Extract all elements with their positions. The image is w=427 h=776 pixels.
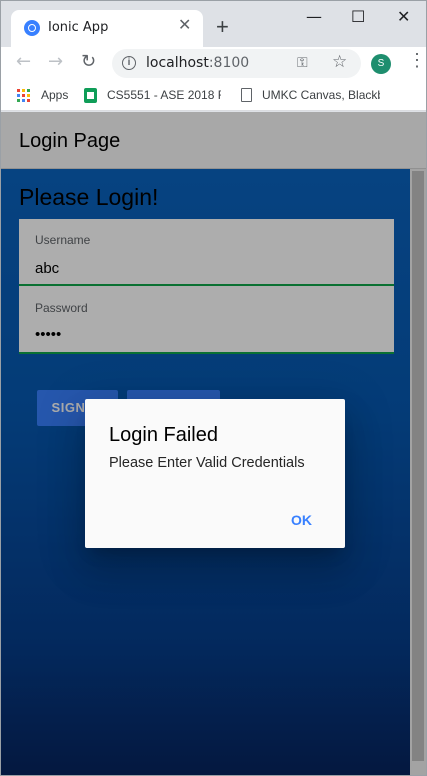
dialog-title: Login Failed [109,424,218,446]
dialog-message: Please Enter Valid Credentials [109,455,305,471]
document-icon [241,88,252,102]
browser-menu-icon[interactable]: ⋮ [408,51,426,69]
profile-avatar[interactable]: S [371,54,391,74]
url-text[interactable]: localhost:8100 [146,55,249,71]
minimize-icon[interactable]: — [306,7,322,26]
browser-tab[interactable]: Ionic App ✕ [11,10,203,47]
apps-grid-icon [17,89,30,102]
alert-dialog: Login Failed Please Enter Valid Credenti… [85,399,345,548]
new-tab-button[interactable]: + [216,16,229,38]
ionic-favicon-icon [24,20,40,36]
page-viewport: Login Page Please Login! Username abc Pa… [1,112,426,775]
bookmark-apps[interactable]: Apps [41,88,68,102]
tab-strip: Ionic App ✕ + — ☐ ✕ [1,1,426,47]
tab-close-icon[interactable]: ✕ [178,18,191,34]
back-arrow-icon[interactable]: ← [16,53,31,71]
address-bar[interactable]: i localhost:8100 ⚿ ☆ [112,49,361,78]
bookmark-umkc-canvas[interactable]: UMKC Canvas, Blackb [262,88,380,102]
browser-toolbar: ← → ↻ i localhost:8100 ⚿ ☆ S ⋮ [1,47,426,81]
bookmark-cs5551[interactable]: CS5551 - ASE 2018 F [107,88,221,102]
ok-button[interactable]: OK [291,512,312,528]
tab-title: Ionic App [48,20,109,35]
bookmarks-bar: Apps CS5551 - ASE 2018 F UMKC Canvas, Bl… [1,81,426,111]
bookmark-star-icon[interactable]: ☆ [332,52,347,72]
window-close-icon[interactable]: ✕ [397,7,410,26]
forward-arrow-icon[interactable]: → [48,53,63,71]
maximize-icon[interactable]: ☐ [351,7,365,26]
sheets-icon [84,88,97,103]
browser-window: Ionic App ✕ + — ☐ ✕ ← → ↻ i localhost:81… [0,0,427,776]
password-key-icon[interactable]: ⚿ [297,54,308,71]
site-info-icon[interactable]: i [122,56,136,70]
reload-icon[interactable]: ↻ [81,53,96,71]
